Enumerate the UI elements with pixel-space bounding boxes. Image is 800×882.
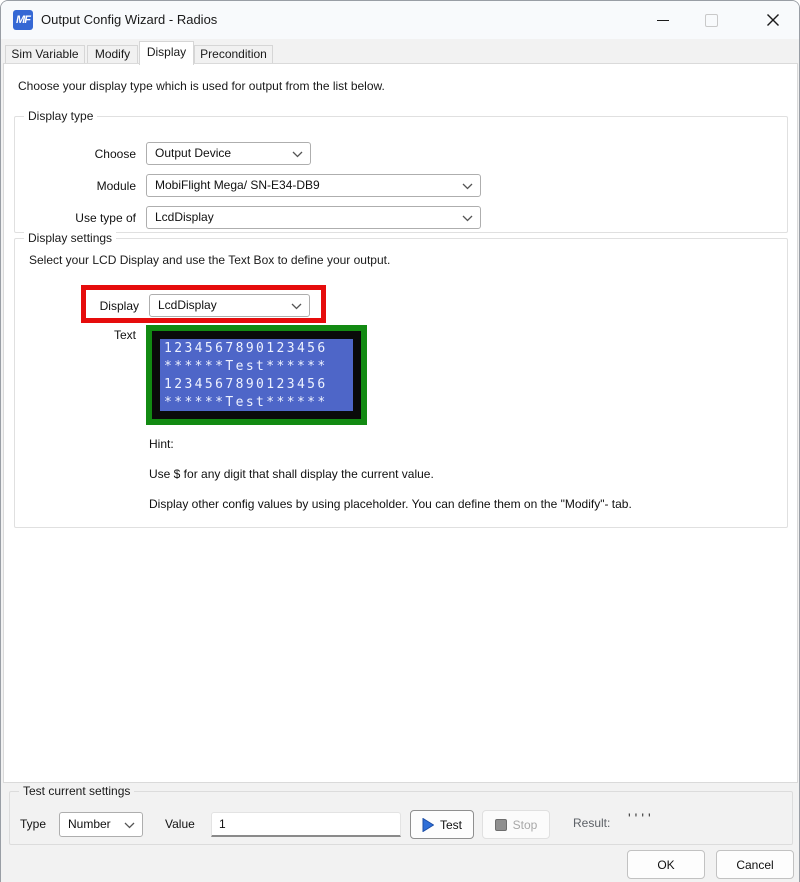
maximize-button (689, 1, 733, 39)
lcd-line: 1234567890123456 (164, 340, 349, 358)
group-display-settings: Display settings Select your LCD Display… (14, 238, 788, 528)
display-label: Display (43, 299, 139, 313)
window-title: Output Config Wizard - Radios (41, 12, 217, 27)
tab-precondition[interactable]: Precondition (194, 45, 273, 64)
value-input[interactable] (211, 812, 401, 837)
minimize-button[interactable] (641, 1, 685, 39)
tab-sim-variable[interactable]: Sim Variable (5, 45, 85, 64)
lcd-instruction-text: Select your LCD Display and use the Text… (29, 253, 390, 267)
hint-line-1: Use $ for any digit that shall display t… (149, 467, 434, 481)
value-label: Value (165, 817, 203, 831)
lcd-line: ******Test****** (164, 358, 349, 376)
lcd-line: 1234567890123456 (164, 376, 349, 394)
display-combo[interactable]: LcdDisplay (149, 294, 310, 317)
title-bar: MF Output Config Wizard - Radios (1, 1, 799, 39)
choose-combo[interactable]: Output Device (146, 142, 311, 165)
ok-button[interactable]: OK (627, 850, 705, 879)
tab-modify[interactable]: Modify (87, 45, 138, 64)
lcd-line: ******Test****** (164, 394, 349, 411)
type-combo-value: Number (68, 817, 111, 831)
hint-title: Hint: (149, 437, 174, 451)
cancel-button[interactable]: Cancel (716, 850, 794, 879)
chevron-down-icon (124, 822, 135, 829)
lcd-screen: 1234567890123456******Test******12345678… (160, 339, 353, 411)
chevron-down-icon (292, 151, 303, 158)
hint-line-2: Display other config values by using pla… (149, 497, 632, 511)
close-icon (766, 13, 780, 27)
minimize-icon (657, 20, 669, 21)
chevron-down-icon (462, 183, 473, 190)
use-type-combo[interactable]: LcdDisplay (146, 206, 481, 229)
stop-button: Stop (482, 810, 550, 839)
close-button[interactable] (751, 1, 795, 39)
use-type-label: Use type of (15, 211, 136, 225)
test-button-label: Test (440, 818, 462, 832)
text-label: Text (15, 328, 136, 342)
module-label: Module (15, 179, 136, 193)
output-config-wizard-window: MF Output Config Wizard - Radios Sim Var… (0, 0, 800, 882)
stop-icon (495, 819, 507, 831)
group-test-settings: Test current settings Type Number Value … (9, 791, 793, 845)
module-combo[interactable]: MobiFlight Mega/ SN-E34-DB9 (146, 174, 481, 197)
group-display-type-legend: Display type (24, 109, 97, 123)
intro-text: Choose your display type which is used f… (18, 79, 385, 93)
group-display-type: Display type Choose Output Device Module… (14, 116, 788, 233)
test-button[interactable]: Test (410, 810, 474, 839)
result-label: Result: (573, 816, 610, 830)
type-combo[interactable]: Number (59, 812, 143, 837)
play-icon (422, 818, 434, 832)
lcd-frame: 1234567890123456******Test******12345678… (152, 331, 361, 419)
choose-combo-value: Output Device (155, 146, 231, 160)
maximize-icon (705, 14, 718, 27)
stop-button-label: Stop (513, 818, 538, 832)
tab-display[interactable]: Display (139, 41, 194, 65)
tab-bar: Sim Variable Modify Display Precondition (3, 41, 799, 64)
chevron-down-icon (462, 215, 473, 222)
group-test-settings-legend: Test current settings (19, 784, 134, 798)
choose-label: Choose (15, 147, 136, 161)
module-combo-value: MobiFlight Mega/ SN-E34-DB9 (155, 178, 320, 192)
display-combo-value: LcdDisplay (158, 298, 217, 312)
chevron-down-icon (291, 303, 302, 310)
display-tab-page: Choose your display type which is used f… (3, 63, 798, 783)
type-label: Type (20, 817, 50, 831)
result-value: '''' (628, 810, 655, 826)
lcd-preview-textbox[interactable]: 1234567890123456******Test******12345678… (146, 325, 367, 425)
mobiflight-logo-icon: MF (13, 10, 33, 30)
use-type-combo-value: LcdDisplay (155, 210, 214, 224)
group-display-settings-legend: Display settings (24, 231, 116, 245)
